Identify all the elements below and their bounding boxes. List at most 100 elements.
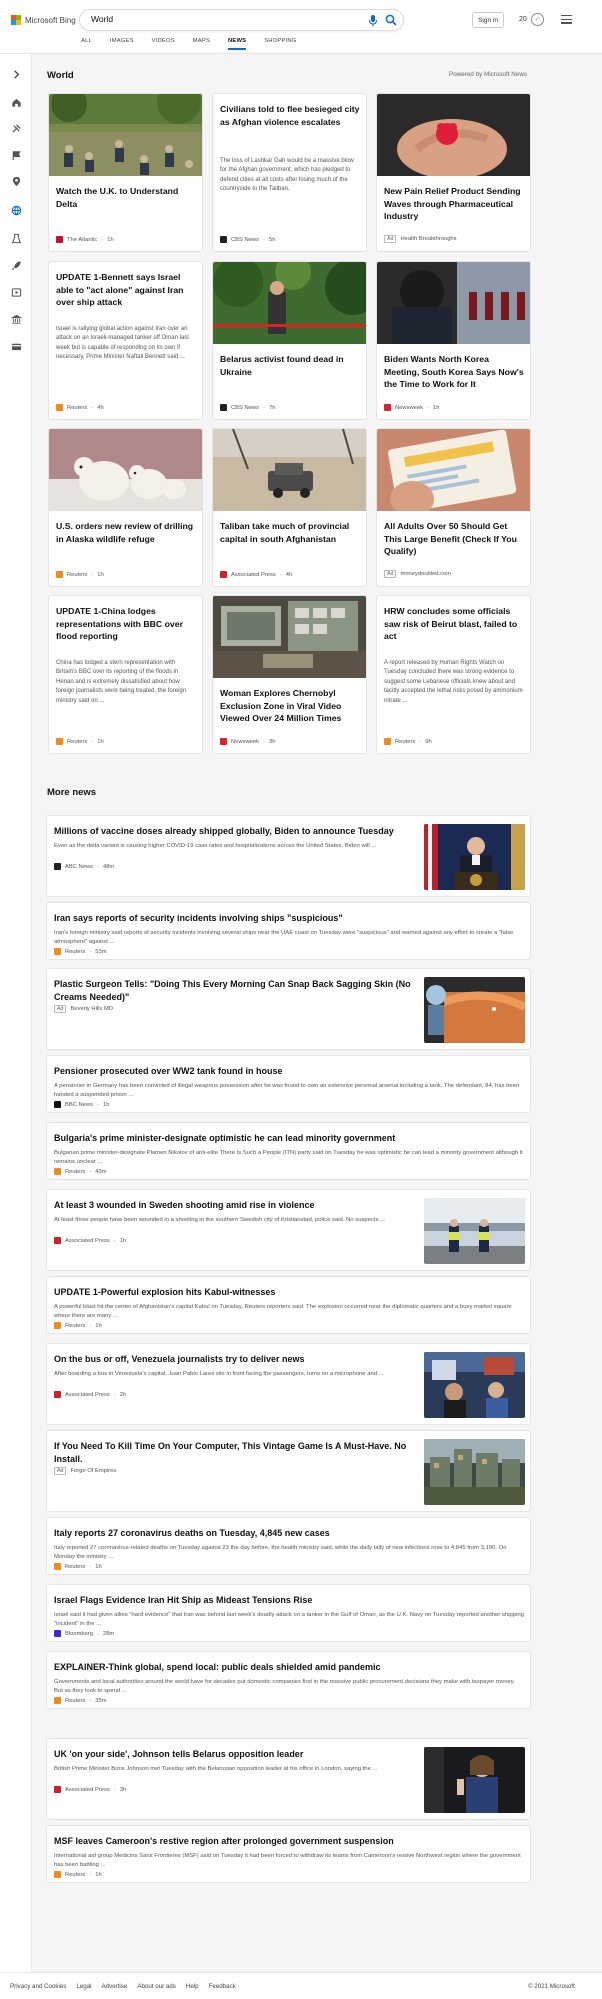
list-item-title[interactable]: If You Need To Kill Time On Your Compute…: [54, 1440, 414, 1466]
news-card[interactable]: U.S. orders new review of drilling in Al…: [48, 428, 203, 587]
news-card[interactable]: Woman Explores Chernobyl Exclusion Zone …: [212, 595, 367, 754]
list-item[interactable]: Millions of vaccine doses already shippe…: [46, 815, 531, 897]
sign-in-button[interactable]: Sign in: [472, 12, 504, 28]
list-item[interactable]: Italy reports 27 coronavirus deaths on T…: [46, 1517, 531, 1575]
card-thumbnail[interactable]: [49, 429, 202, 511]
news-card[interactable]: Taliban take much of provincial capital …: [212, 428, 367, 587]
list-item-title[interactable]: Pensioner prosecuted over WW2 tank found…: [54, 1065, 524, 1078]
card-title[interactable]: Civilians told to flee besieged city as …: [220, 103, 360, 128]
footer-link[interactable]: About our ads: [137, 1983, 176, 1990]
source-logo-icon: [384, 404, 391, 411]
card-title[interactable]: New Pain Relief Product Sending Waves th…: [384, 185, 524, 223]
list-item[interactable]: Plastic Surgeon Tells: "Doing This Every…: [46, 968, 531, 1050]
card-title[interactable]: Biden Wants North Korea Meeting, South K…: [384, 353, 524, 391]
list-item[interactable]: UK 'on your side', Johnson tells Belarus…: [46, 1738, 531, 1820]
footer-link[interactable]: Privacy and Cookies: [10, 1983, 66, 1990]
news-card[interactable]: UPDATE 1-China lodges representations wi…: [48, 595, 203, 754]
card-thumbnail[interactable]: [213, 429, 366, 511]
list-item[interactable]: Israel Flags Evidence Iran Hit Ship as M…: [46, 1584, 531, 1642]
flag-icon[interactable]: [10, 149, 22, 161]
footer-link[interactable]: Help: [186, 1983, 199, 1990]
list-item-title[interactable]: UPDATE 1-Powerful explosion hits Kabul-w…: [54, 1286, 524, 1299]
chevron-right-icon[interactable]: [10, 68, 22, 80]
list-item-title[interactable]: Millions of vaccine doses already shippe…: [54, 825, 414, 838]
card-title[interactable]: U.S. orders new review of drilling in Al…: [56, 520, 196, 545]
search-icon[interactable]: [385, 14, 397, 26]
list-item-thumbnail[interactable]: [424, 1352, 525, 1418]
news-card[interactable]: Watch the U.K. to Understand Delta The At…: [48, 93, 203, 252]
search-input[interactable]: [91, 14, 331, 24]
news-card[interactable]: All Adults Over 50 Should Get This Large…: [376, 428, 531, 587]
list-item[interactable]: Iran says reports of security incidents …: [46, 902, 531, 960]
tab-images[interactable]: IMAGES: [110, 38, 134, 50]
list-item-title[interactable]: Italy reports 27 coronavirus deaths on T…: [54, 1527, 524, 1540]
tools-icon[interactable]: [10, 122, 22, 134]
news-card[interactable]: HRW concludes some officials saw risk of…: [376, 595, 531, 754]
card-thumbnail[interactable]: [377, 262, 530, 344]
list-item-title[interactable]: Plastic Surgeon Tells: "Doing This Every…: [54, 978, 414, 1004]
list-item[interactable]: EXPLAINER-Think global, spend local: pub…: [46, 1651, 531, 1709]
card-title[interactable]: Woman Explores Chernobyl Exclusion Zone …: [220, 687, 360, 725]
card-title[interactable]: HRW concludes some officials saw risk of…: [384, 605, 524, 643]
list-item[interactable]: If You Need To Kill Time On Your Compute…: [46, 1430, 531, 1512]
list-item-thumbnail[interactable]: [424, 1747, 525, 1813]
list-item[interactable]: UPDATE 1-Powerful explosion hits Kabul-w…: [46, 1276, 531, 1334]
card-icon[interactable]: [10, 340, 22, 352]
list-item-title[interactable]: MSF leaves Cameroon's restive region aft…: [54, 1835, 524, 1848]
list-item-title[interactable]: Iran says reports of security incidents …: [54, 912, 524, 925]
card-title[interactable]: Watch the U.K. to Understand Delta: [56, 185, 196, 210]
tab-maps[interactable]: MAPS: [193, 38, 210, 50]
list-item-title[interactable]: On the bus or off, Venezuela journalists…: [54, 1353, 414, 1366]
news-card[interactable]: Biden Wants North Korea Meeting, South K…: [376, 261, 531, 420]
list-item-thumbnail[interactable]: [424, 1439, 525, 1505]
source-name: CBS News: [231, 404, 260, 411]
microphone-icon[interactable]: [368, 15, 378, 27]
list-item[interactable]: Bulgaria's prime minister-designate opti…: [46, 1122, 531, 1180]
science-icon[interactable]: [10, 232, 22, 244]
news-card[interactable]: Civilians told to flee besieged city as …: [212, 93, 367, 252]
card-thumbnail[interactable]: [377, 94, 530, 179]
rewards-button[interactable]: 20 ✓: [519, 13, 544, 26]
footer-link[interactable]: Feedback: [209, 1983, 236, 1990]
play-icon[interactable]: [10, 286, 22, 298]
card-title[interactable]: All Adults Over 50 Should Get This Large…: [384, 520, 524, 558]
list-item-title[interactable]: Israel Flags Evidence Iran Hit Ship as M…: [54, 1594, 524, 1607]
money-icon[interactable]: [10, 313, 22, 325]
card-title[interactable]: Belarus activist found dead in Ukraine: [220, 353, 360, 378]
list-item-title[interactable]: Bulgaria's prime minister-designate opti…: [54, 1132, 524, 1145]
list-item-thumbnail[interactable]: [424, 1198, 525, 1264]
list-item[interactable]: At least 3 wounded in Sweden shooting am…: [46, 1189, 531, 1271]
card-title[interactable]: Taliban take much of provincial capital …: [220, 520, 360, 545]
card-thumbnail[interactable]: [49, 94, 202, 176]
list-item-title[interactable]: At least 3 wounded in Sweden shooting am…: [54, 1199, 414, 1212]
globe-icon[interactable]: [10, 204, 22, 216]
bing-logo[interactable]: Microsoft Bing: [11, 15, 76, 25]
card-title[interactable]: UPDATE 1-China lodges representations wi…: [56, 605, 196, 643]
list-item-title[interactable]: EXPLAINER-Think global, spend local: pub…: [54, 1661, 524, 1674]
hamburger-menu-icon[interactable]: [561, 15, 572, 24]
news-card[interactable]: UPDATE 1-Bennett says Israel able to "ac…: [48, 261, 203, 420]
card-thumbnail[interactable]: [377, 429, 530, 517]
tab-all[interactable]: ALL: [81, 38, 92, 50]
list-item-source: Reuters · 1h: [54, 1871, 102, 1878]
location-icon[interactable]: [10, 175, 22, 187]
card-thumbnail[interactable]: [213, 262, 366, 344]
tab-shopping[interactable]: SHOPPING: [264, 38, 296, 50]
list-item[interactable]: MSF leaves Cameroon's restive region aft…: [46, 1825, 531, 1883]
footer-link[interactable]: Advertise: [102, 1983, 128, 1990]
card-thumbnail[interactable]: [213, 596, 366, 678]
card-title[interactable]: UPDATE 1-Bennett says Israel able to "ac…: [56, 271, 196, 309]
footer-link[interactable]: Legal: [76, 1983, 91, 1990]
list-item[interactable]: On the bus or off, Venezuela journalists…: [46, 1343, 531, 1425]
news-card[interactable]: Belarus activist found dead in Ukraine CB…: [212, 261, 367, 420]
list-item-thumbnail[interactable]: [424, 824, 525, 890]
tab-news[interactable]: NEWS: [228, 38, 247, 50]
home-icon[interactable]: [10, 96, 22, 108]
source-logo-icon: [54, 1563, 61, 1570]
news-card[interactable]: New Pain Relief Product Sending Waves th…: [376, 93, 531, 252]
rocket-icon[interactable]: [10, 259, 22, 271]
list-item-title[interactable]: UK 'on your side', Johnson tells Belarus…: [54, 1748, 414, 1761]
tab-videos[interactable]: VIDEOS: [152, 38, 175, 50]
list-item-thumbnail[interactable]: [424, 977, 525, 1043]
list-item[interactable]: Pensioner prosecuted over WW2 tank found…: [46, 1055, 531, 1113]
